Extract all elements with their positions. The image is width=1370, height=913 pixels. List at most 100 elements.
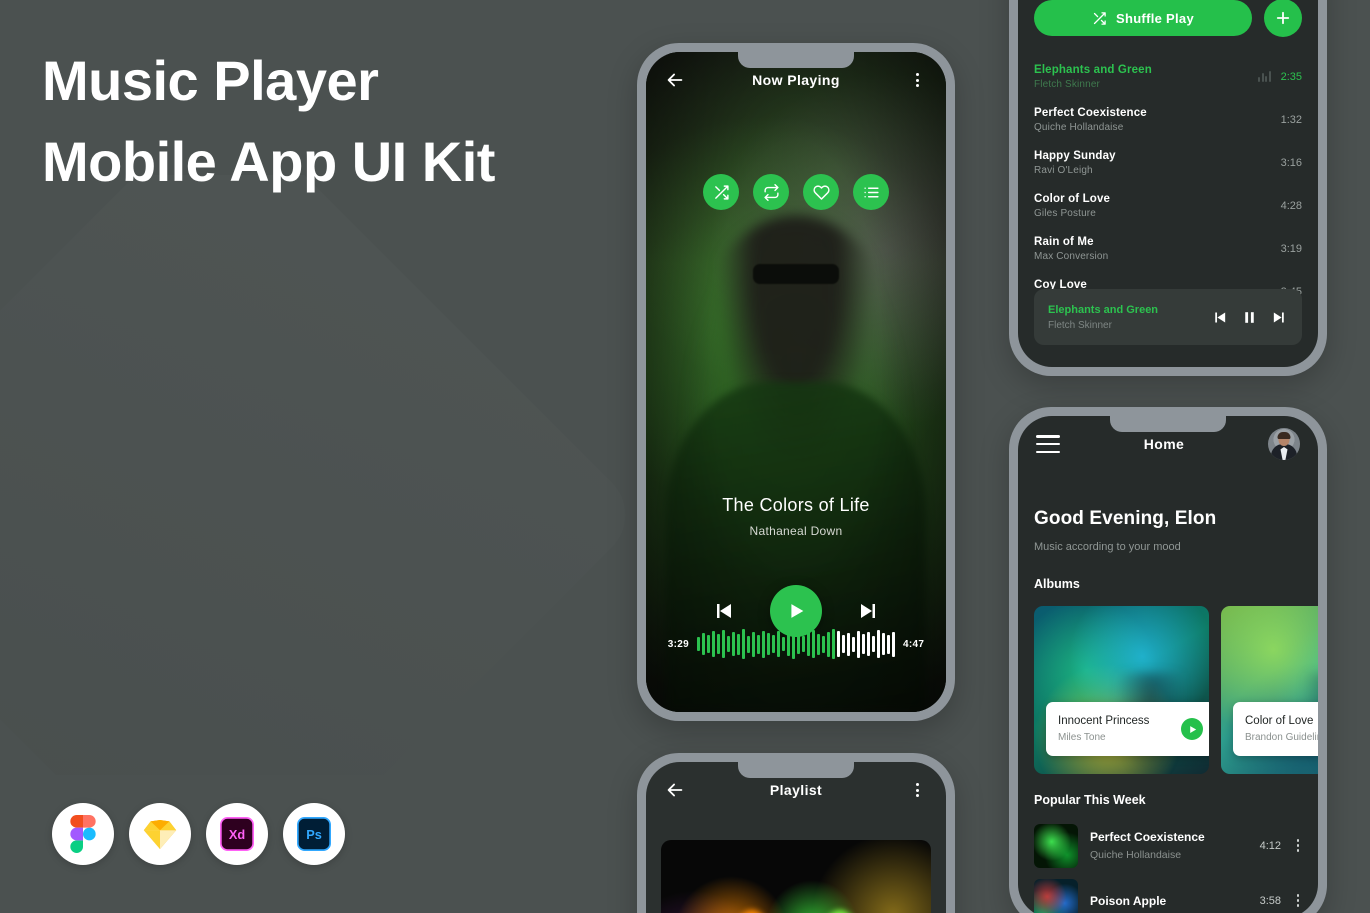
page-title-line-1: Music Player xyxy=(42,49,379,112)
waveform-bar xyxy=(712,631,715,657)
add-to-playlist-button[interactable] xyxy=(1264,0,1302,37)
popular-track-list: Perfect Coexistence Quiche Hollandaise 4:1… xyxy=(1034,818,1304,913)
shuffle-icon[interactable] xyxy=(703,174,739,210)
kebab-menu-icon[interactable] xyxy=(906,69,928,91)
popular-track-row[interactable]: Poison Apple 3:58 xyxy=(1034,873,1304,913)
greeting-subtitle: Music according to your mood xyxy=(1034,541,1181,553)
phone-playlist: Playlist xyxy=(637,753,955,913)
page-title: Music Player Mobile App UI Kit xyxy=(42,40,662,202)
album-play-button[interactable] xyxy=(1181,718,1203,740)
queue-track-row[interactable]: Rain of Me Max Conversion 3:19 xyxy=(1034,227,1302,270)
phone-now-playing: Now Playing The Colors of Life Nathaneal… xyxy=(637,43,955,721)
sketch-icon xyxy=(143,819,177,849)
kebab-menu-icon[interactable] xyxy=(906,779,928,801)
mini-player[interactable]: Elephants and Green Fletch Skinner xyxy=(1034,289,1302,345)
repeat-icon[interactable] xyxy=(753,174,789,210)
adobe-xd-badge[interactable]: Xd xyxy=(206,803,268,865)
waveform-bar xyxy=(807,632,810,656)
waveform-bars[interactable] xyxy=(697,624,895,664)
waveform-bar xyxy=(762,630,765,658)
pause-icon[interactable] xyxy=(1241,309,1258,326)
queue-track-row[interactable]: Color of Love Giles Posture 4:28 xyxy=(1034,184,1302,227)
queue-track-info: Happy Sunday Ravi O'Leigh xyxy=(1034,150,1271,176)
page-title-line-2: Mobile App UI Kit xyxy=(42,130,495,194)
skip-next-icon[interactable] xyxy=(856,598,882,624)
waveform-bar xyxy=(842,635,845,653)
waveform-bar xyxy=(772,635,775,653)
queue-list-icon[interactable] xyxy=(853,174,889,210)
album-card-info: Innocent Princess Miles Tone xyxy=(1058,715,1181,743)
queue-track-duration: 2:35 xyxy=(1280,70,1302,83)
skip-previous-icon[interactable] xyxy=(710,598,736,624)
waveform-bar xyxy=(812,630,815,658)
albums-heading: Albums xyxy=(1034,577,1080,591)
shuffle-play-button[interactable]: Shuffle Play xyxy=(1034,0,1252,36)
waveform-progress[interactable]: 3:29 4:47 xyxy=(646,624,946,664)
waveform-bar xyxy=(872,636,875,652)
kebab-menu-icon[interactable] xyxy=(1292,894,1304,907)
queue-track-duration: 3:16 xyxy=(1280,156,1302,169)
playlist-cover-image[interactable] xyxy=(661,840,931,913)
total-duration: 4:47 xyxy=(903,638,925,650)
phone-home: Home Good Evening, Elon Music according … xyxy=(1009,407,1327,913)
skip-previous-icon[interactable] xyxy=(1211,309,1228,326)
waveform-bar xyxy=(837,631,840,657)
queue-track-title: Happy Sunday xyxy=(1034,149,1116,162)
album-card[interactable]: Innocent Princess Miles Tone xyxy=(1034,606,1209,774)
waveform-bar xyxy=(777,631,780,657)
back-icon[interactable] xyxy=(664,69,686,91)
now-playing-metadata: The Colors of Life Nathaneal Down xyxy=(646,495,946,538)
queue-track-row[interactable]: Elephants and Green Fletch Skinner 2:35 xyxy=(1034,55,1302,98)
plus-icon xyxy=(1276,11,1290,25)
queue-track-row[interactable]: Perfect Coexistence Quiche Hollandaise 1:3… xyxy=(1034,98,1302,141)
waveform-bar xyxy=(862,634,865,654)
album-title: Color of Love xyxy=(1245,715,1314,727)
waveform-bar xyxy=(822,635,825,653)
waveform-bar xyxy=(792,629,795,659)
playlist-title: Playlist xyxy=(769,782,823,798)
waveform-bar xyxy=(797,634,800,654)
waveform-bar xyxy=(727,636,730,652)
photoshop-badge[interactable]: Ps xyxy=(283,803,345,865)
queue-track-artist: Fletch Skinner xyxy=(1034,78,1101,90)
shuffle-play-label: Shuffle Play xyxy=(1115,10,1194,26)
queue-actions-row: Shuffle Play xyxy=(1034,0,1302,37)
hamburger-menu-icon[interactable] xyxy=(1036,435,1060,453)
mini-player-title: Elephants and Green xyxy=(1048,303,1159,316)
now-playing-title: Now Playing xyxy=(752,72,840,88)
play-icon xyxy=(1189,725,1196,733)
album-card[interactable]: Color of Love Brandon Guidelines xyxy=(1221,606,1318,774)
waveform-bar xyxy=(697,637,700,651)
waveform-bar xyxy=(717,634,720,654)
heart-icon[interactable] xyxy=(803,174,839,210)
phone-queue: Shuffle Play Elephants and Green Fletch S… xyxy=(1009,0,1327,376)
waveform-bar xyxy=(887,634,890,654)
figma-badge[interactable] xyxy=(52,803,114,865)
queue-track-title: Perfect Coexistence xyxy=(1034,106,1147,119)
albums-carousel[interactable]: Innocent Princess Miles Tone Color of Lo… xyxy=(1034,606,1318,774)
sketch-badge[interactable] xyxy=(129,803,191,865)
popular-track-row[interactable]: Perfect Coexistence Quiche Hollandaise 4:1… xyxy=(1034,818,1304,873)
album-artist: Brandon Guidelines xyxy=(1245,732,1318,743)
tool-badges: Xd Ps xyxy=(52,803,345,865)
queue-track-artist: Max Conversion xyxy=(1034,250,1109,262)
waveform-bar xyxy=(782,637,785,651)
elapsed-time: 3:29 xyxy=(667,638,689,650)
track-thumbnail xyxy=(1034,878,1078,913)
now-playing-song-title: The Colors of Life xyxy=(722,495,870,515)
waveform-bar xyxy=(867,632,870,656)
queue-track-row[interactable]: Happy Sunday Ravi O'Leigh 3:16 xyxy=(1034,141,1302,184)
skip-next-icon[interactable] xyxy=(1271,309,1288,326)
queue-track-title: Color of Love xyxy=(1034,192,1111,205)
album-card-info: Color of Love Brandon Guidelines xyxy=(1245,715,1318,743)
back-icon[interactable] xyxy=(664,779,686,801)
watermark-chevron-shape xyxy=(0,175,640,775)
waveform-bar xyxy=(742,629,745,659)
avatar-hair xyxy=(1277,432,1291,439)
track-thumbnail xyxy=(1034,823,1078,868)
kebab-menu-icon[interactable] xyxy=(1292,839,1304,852)
user-avatar[interactable] xyxy=(1268,428,1300,460)
figma-icon xyxy=(70,815,96,853)
popular-track-title: Poison Apple xyxy=(1090,893,1167,908)
mini-player-artist: Fletch Skinner xyxy=(1048,319,1112,331)
